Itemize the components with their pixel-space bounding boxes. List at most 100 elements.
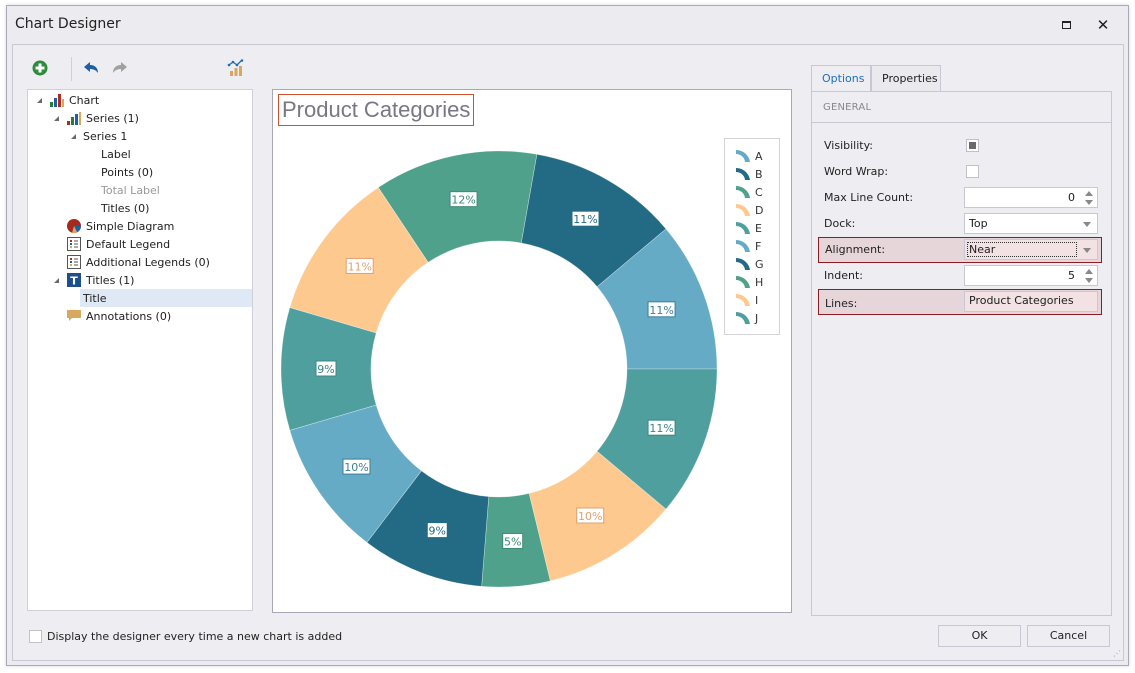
tree-item-total-label[interactable]: Total Label (101, 181, 160, 199)
undo-icon (84, 62, 98, 73)
visibility-row: Visibility: (818, 134, 1102, 158)
legend-item-g[interactable]: G (735, 255, 764, 273)
tree-item-label: Simple Diagram (86, 219, 175, 233)
diagram-icon (66, 218, 82, 234)
tree-item-chart[interactable]: Chart (34, 91, 99, 109)
expand-toggle-icon[interactable] (34, 95, 44, 105)
max-line-count-spinner[interactable]: 0 (964, 187, 1098, 208)
legend-item-b[interactable]: B (735, 165, 763, 183)
tree-item-series-1[interactable]: Series (1) (51, 109, 139, 127)
spin-buttons[interactable] (1084, 190, 1094, 206)
legend-item-c[interactable]: C (735, 183, 763, 201)
tree-item-titles-0[interactable]: Titles (0) (101, 199, 149, 217)
label-text: 9% (317, 363, 334, 376)
label-text: 10% (578, 510, 602, 523)
legend-icon (66, 236, 82, 252)
close-button[interactable]: ✕ (1091, 14, 1115, 36)
lines-row: Lines: Product Categories (818, 289, 1102, 315)
tree-item-additional-legends-0[interactable]: Additional Legends (0) (51, 253, 210, 271)
maximize-icon (1061, 21, 1071, 29)
toolbar-separator (71, 57, 72, 81)
indent-spinner[interactable]: 5 (964, 265, 1098, 286)
tree-item-simple-diagram[interactable]: Simple Diagram (51, 217, 174, 235)
series-icon (66, 110, 82, 126)
annotation-icon (66, 308, 82, 324)
tab-options[interactable]: Options (811, 65, 871, 91)
legend-item-a[interactable]: A (735, 147, 763, 165)
expand-toggle-icon[interactable] (68, 131, 78, 141)
legend-label: G (755, 257, 764, 271)
chart-elements-tree[interactable]: Chart Series (1) Series 1 Label Points (0) To… (27, 89, 253, 611)
expand-toggle-icon[interactable] (51, 113, 61, 123)
tree-item-annotations-0[interactable]: Annotations (0) (51, 307, 171, 325)
tree-item-label: Points (0) (101, 165, 154, 179)
legend-item-e[interactable]: E (735, 219, 762, 237)
add-icon (32, 60, 48, 76)
chevron-down-icon[interactable] (1083, 222, 1091, 227)
legend-item-j[interactable]: J (735, 309, 758, 327)
legend-item-h[interactable]: H (735, 273, 763, 291)
maximize-button[interactable] (1054, 14, 1078, 36)
alignment-label: Alignment: (825, 243, 886, 256)
tree-item-label: Titles (1) (86, 273, 135, 287)
word-wrap-checkbox[interactable] (966, 165, 979, 178)
spin-buttons[interactable] (1084, 268, 1094, 284)
chart-wizard-button[interactable] (227, 59, 245, 77)
max-line-count-label: Max Line Count: (824, 191, 914, 204)
chevron-down-icon[interactable] (1083, 248, 1091, 253)
label-text: 12% (451, 194, 475, 207)
tree-item-points-0[interactable]: Points (0) (101, 163, 153, 181)
tree-item-label[interactable]: Label (101, 145, 131, 163)
svg-text:T: T (70, 275, 78, 288)
chart-preview: Product Categories 11% 11% 12% 11% 9% 10% 9% 5%… (272, 89, 792, 613)
ok-button[interactable]: OK (938, 625, 1021, 647)
legend-marker-icon (736, 221, 750, 234)
legend-item-f[interactable]: F (735, 237, 761, 255)
legend-item-d[interactable]: D (735, 201, 763, 219)
slice-label-f: 10% (342, 458, 371, 475)
checkbox-indeterminate-mark (969, 142, 976, 149)
chart-wizard-icon (227, 59, 244, 76)
tree-item-label: Total Label (101, 183, 160, 197)
lines-textarea[interactable]: Product Categories (964, 291, 1098, 312)
undo-button[interactable] (82, 59, 100, 77)
dock-value: Top (969, 217, 988, 230)
dock-dropdown[interactable]: Top (964, 213, 1098, 234)
spin-up-icon[interactable] (1085, 269, 1093, 274)
legend-label: J (755, 311, 759, 325)
redo-button[interactable] (111, 59, 129, 77)
indent-row: Indent: 5 (818, 264, 1102, 288)
label-text: 9% (429, 525, 446, 538)
show-designer-option[interactable]: Display the designer every time a new ch… (29, 630, 342, 643)
legend-label: A (755, 149, 763, 163)
tab-properties[interactable]: Properties (871, 65, 941, 91)
cancel-button[interactable]: Cancel (1027, 625, 1110, 647)
options-grid: GENERAL Visibility: Word Wrap: Max Line … (811, 91, 1112, 616)
visibility-checkbox[interactable] (966, 139, 979, 152)
alignment-row: Alignment: Near (818, 237, 1102, 263)
expand-toggle-icon[interactable] (51, 275, 61, 285)
title-bar: Chart Designer ✕ (7, 6, 1128, 44)
slice-label-j: 11% (647, 419, 676, 436)
add-button[interactable] (31, 59, 49, 77)
tree-item-default-legend[interactable]: Default Legend (51, 235, 170, 253)
label-text: 11% (347, 260, 371, 273)
spin-down-icon[interactable] (1085, 200, 1093, 205)
tree-item-title[interactable]: Title (80, 289, 252, 307)
spin-down-icon[interactable] (1085, 278, 1093, 283)
legend-item-i[interactable]: I (735, 291, 758, 309)
slice-label-a: 11% (647, 301, 676, 318)
max-line-count-value: 0 (1068, 191, 1075, 204)
slice-label-h: 5% (502, 532, 524, 549)
chart-legend[interactable]: ABCDEFGHIJ (724, 138, 780, 335)
donut-chart: 11% 11% 12% 11% 9% 10% 9% 5% 10% 11% (280, 150, 718, 588)
resize-grip-icon[interactable]: ⋰ (1113, 649, 1121, 658)
tree-item-series-1[interactable]: Series 1 (68, 127, 127, 145)
show-designer-checkbox[interactable] (29, 630, 42, 643)
toolbar (27, 55, 287, 83)
legend-marker-icon (736, 167, 750, 180)
spin-up-icon[interactable] (1085, 191, 1093, 196)
slice-label-b: 11% (571, 210, 600, 227)
tree-item-titles-1[interactable]: T Titles (1) (51, 271, 134, 289)
alignment-dropdown[interactable]: Near (964, 239, 1098, 260)
